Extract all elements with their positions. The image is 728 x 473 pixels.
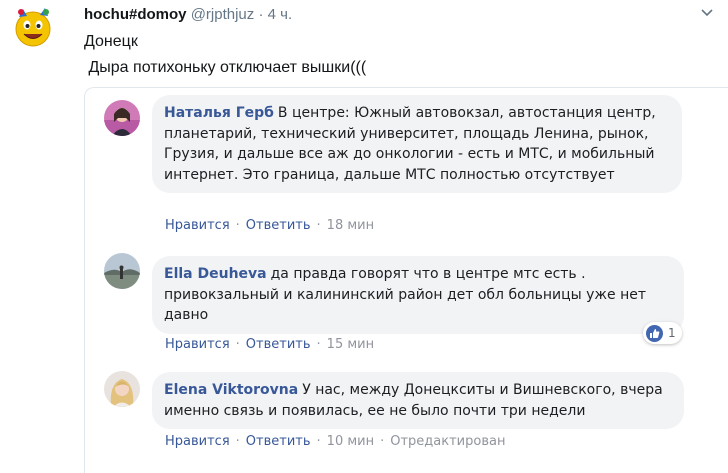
like-link[interactable]: Нравится [165,337,230,352]
tweet-header: hochu#domoy @rjpthjuz · 4 ч. [84,6,292,24]
comment-actions: Нравится · Ответить · 18 мин [165,218,375,233]
comment-actions: Нравится · Ответить · 15 мин [165,337,375,352]
tweet-author-name[interactable]: hochu#domoy [84,6,187,23]
tweet-separator: · [258,6,264,23]
thumbs-up-icon [646,324,663,342]
comment-time[interactable]: 15 мин [327,337,374,352]
reply-link[interactable]: Ответить [246,218,311,233]
like-link[interactable]: Нравится [165,434,230,449]
comment-actions: Нравится · Ответить · 10 мин · Отредактирован [165,434,506,449]
avatar[interactable] [104,100,140,136]
smiley-face-avatar-icon [10,4,56,50]
comment-time[interactable]: 10 мин [327,434,374,449]
embedded-comments-image[interactable]: Наталья Герб В центре: Южный автовокзал, … [84,87,728,473]
comment-bubble: Elena Viktorovna У нас, между Донецкситы … [152,372,684,429]
reaction-count: 1 [668,326,676,340]
reply-link[interactable]: Ответить [246,337,311,352]
comment-time[interactable]: 18 мин [327,218,374,233]
comment-author[interactable]: Ella Deuheva [164,266,267,282]
edited-label: Отредактирован [390,434,506,449]
tweet-author-handle[interactable]: @rjpthjuz [191,6,255,23]
comment-bubble: Наталья Герб В центре: Южный автовокзал, … [152,95,682,193]
avatar[interactable] [104,371,140,407]
tweet-text-line: Донецк [84,33,138,50]
comment-author[interactable]: Elena Viktorovna [164,382,298,398]
like-link[interactable]: Нравится [165,218,230,233]
avatar[interactable] [104,253,140,289]
comment-bubble: Ella Deuheva да правда говорят что в цент… [152,256,684,334]
reaction-counter[interactable]: 1 [643,322,682,344]
comment-author[interactable]: Наталья Герб [164,105,274,121]
reply-link[interactable]: Ответить [246,434,311,449]
tweet-timestamp[interactable]: 4 ч. [268,6,293,23]
tweet-text-line: Дыра потихоньку отключает вышки((( [84,59,367,76]
chevron-down-icon[interactable] [700,6,714,20]
tweet-author-avatar[interactable] [10,4,56,50]
